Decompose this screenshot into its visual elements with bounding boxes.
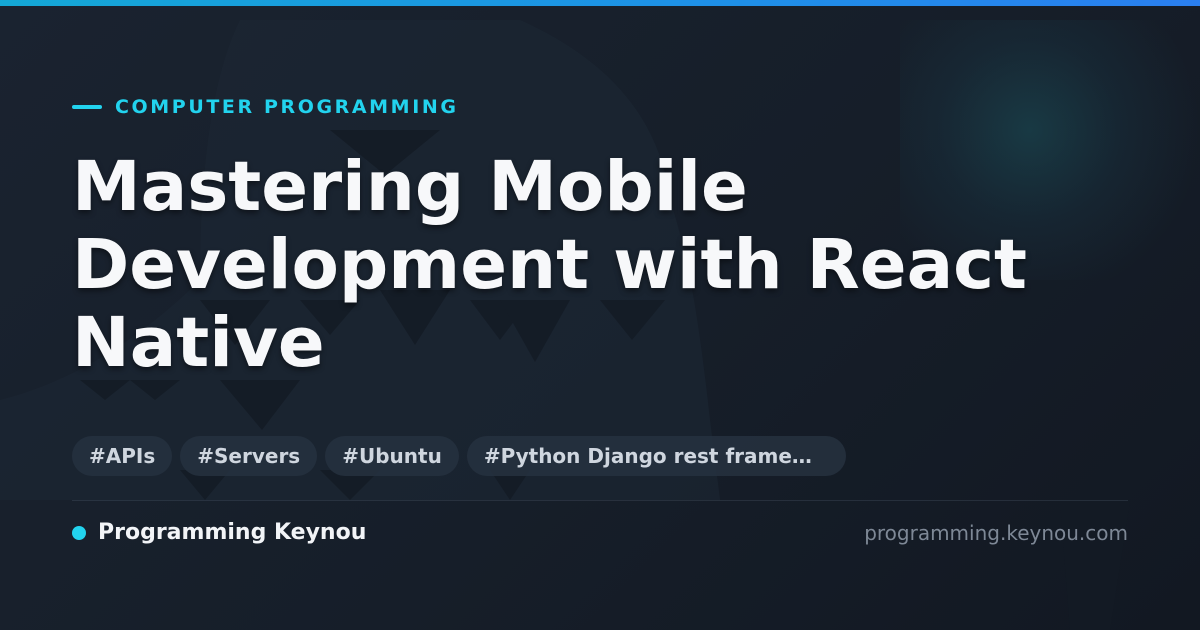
footer-divider	[72, 500, 1128, 501]
tag-pill[interactable]: #Servers	[180, 436, 318, 476]
brand-dot-icon	[72, 526, 86, 540]
article-title: Mastering Mobile Development with React …	[72, 147, 1028, 383]
site-url[interactable]: programming.keynou.com	[864, 520, 1128, 546]
tag-pill[interactable]: #APIs	[72, 436, 173, 476]
social-share-card: COMPUTER PROGRAMMING Mastering Mobile De…	[0, 0, 1200, 630]
category-label: COMPUTER PROGRAMMING	[115, 96, 459, 118]
tag-pill[interactable]: #Ubuntu	[325, 436, 459, 476]
tag-list: #APIs #Servers #Ubuntu #Python Django re…	[72, 436, 846, 476]
category-kicker: COMPUTER PROGRAMMING	[72, 95, 459, 119]
accent-dash	[72, 105, 102, 109]
tag-pill[interactable]: #Python Django rest framework	[466, 436, 846, 476]
site-brand: Programming Keynou	[72, 519, 366, 547]
site-name: Programming Keynou	[98, 520, 367, 545]
